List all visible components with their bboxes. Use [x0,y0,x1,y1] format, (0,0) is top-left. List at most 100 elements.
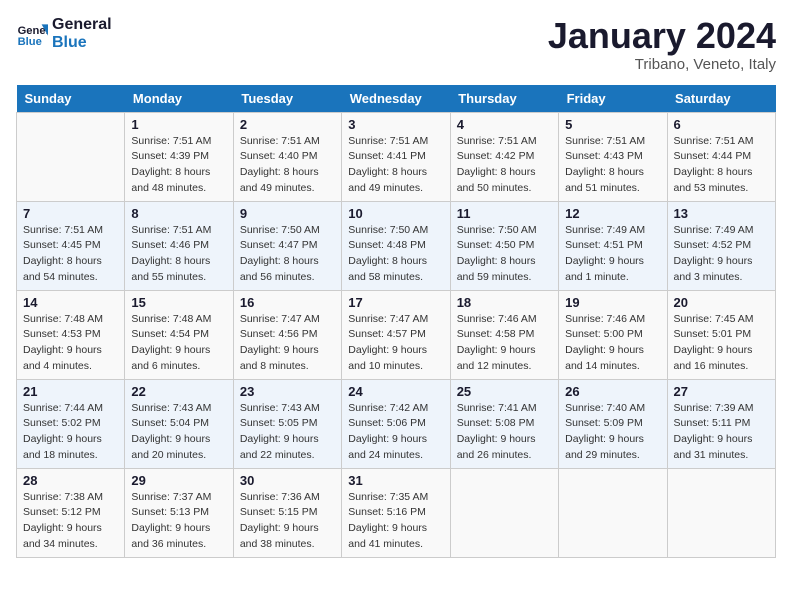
day-detail: Sunrise: 7:50 AMSunset: 4:48 PMDaylight:… [348,223,443,286]
day-detail: Sunrise: 7:47 AMSunset: 4:57 PMDaylight:… [348,312,443,375]
day-number: 21 [23,384,118,399]
calendar-cell: 24 Sunrise: 7:42 AMSunset: 5:06 PMDayligh… [342,379,450,468]
day-number: 22 [131,384,226,399]
day-detail: Sunrise: 7:39 AMSunset: 5:11 PMDaylight:… [674,401,769,464]
day-detail: Sunrise: 7:51 AMSunset: 4:40 PMDaylight:… [240,134,335,197]
day-detail: Sunrise: 7:35 AMSunset: 5:16 PMDaylight:… [348,490,443,553]
month-title: January 2024 [548,16,776,56]
day-number: 8 [131,206,226,221]
week-row-4: 21 Sunrise: 7:44 AMSunset: 5:02 PMDayligh… [17,379,776,468]
day-number: 6 [674,117,769,132]
calendar-cell: 19 Sunrise: 7:46 AMSunset: 5:00 PMDayligh… [559,290,667,379]
day-detail: Sunrise: 7:40 AMSunset: 5:09 PMDaylight:… [565,401,660,464]
day-number: 26 [565,384,660,399]
day-detail: Sunrise: 7:37 AMSunset: 5:13 PMDaylight:… [131,490,226,553]
day-detail: Sunrise: 7:51 AMSunset: 4:42 PMDaylight:… [457,134,552,197]
calendar-cell: 17 Sunrise: 7:47 AMSunset: 4:57 PMDayligh… [342,290,450,379]
day-number: 20 [674,295,769,310]
day-detail: Sunrise: 7:48 AMSunset: 4:54 PMDaylight:… [131,312,226,375]
page-header: General Blue General Blue January 2024 T… [16,16,776,73]
day-number: 19 [565,295,660,310]
day-detail: Sunrise: 7:51 AMSunset: 4:43 PMDaylight:… [565,134,660,197]
day-detail: Sunrise: 7:41 AMSunset: 5:08 PMDaylight:… [457,401,552,464]
calendar-cell: 15 Sunrise: 7:48 AMSunset: 4:54 PMDayligh… [125,290,233,379]
calendar-cell: 22Sunrise: 7:43 AMSunset: 5:04 PMDayligh… [125,379,233,468]
calendar-cell: 28 Sunrise: 7:38 AMSunset: 5:12 PMDayligh… [17,468,125,557]
week-row-2: 7Sunrise: 7:51 AMSunset: 4:45 PMDaylight… [17,201,776,290]
calendar-cell: 21 Sunrise: 7:44 AMSunset: 5:02 PMDayligh… [17,379,125,468]
weekday-header-tuesday: Tuesday [233,85,341,113]
svg-text:Blue: Blue [18,36,42,48]
week-row-3: 14 Sunrise: 7:48 AMSunset: 4:53 PMDayligh… [17,290,776,379]
day-number: 4 [457,117,552,132]
week-row-1: 1Sunrise: 7:51 AMSunset: 4:39 PMDaylight… [17,112,776,201]
calendar-cell: 8 Sunrise: 7:51 AMSunset: 4:46 PMDaylight… [125,201,233,290]
day-detail: Sunrise: 7:51 AMSunset: 4:46 PMDaylight:… [131,223,226,286]
day-detail: Sunrise: 7:51 AMSunset: 4:44 PMDaylight:… [674,134,769,197]
day-number: 31 [348,473,443,488]
day-detail: Sunrise: 7:50 AMSunset: 4:50 PMDaylight:… [457,223,552,286]
weekday-header-saturday: Saturday [667,85,775,113]
calendar-cell: 31 Sunrise: 7:35 AMSunset: 5:16 PMDayligh… [342,468,450,557]
day-detail: Sunrise: 7:44 AMSunset: 5:02 PMDaylight:… [23,401,118,464]
title-block: January 2024 Tribano, Veneto, Italy [548,16,776,73]
calendar-cell: 11Sunrise: 7:50 AMSunset: 4:50 PMDayligh… [450,201,558,290]
calendar-cell [450,468,558,557]
day-detail: Sunrise: 7:46 AMSunset: 5:00 PMDaylight:… [565,312,660,375]
calendar-cell: 27 Sunrise: 7:39 AMSunset: 5:11 PMDayligh… [667,379,775,468]
weekday-header-row: SundayMondayTuesdayWednesdayThursdayFrid… [17,85,776,113]
calendar-cell: 16 Sunrise: 7:47 AMSunset: 4:56 PMDayligh… [233,290,341,379]
calendar-cell: 18Sunrise: 7:46 AMSunset: 4:58 PMDayligh… [450,290,558,379]
day-number: 27 [674,384,769,399]
calendar-cell: 7Sunrise: 7:51 AMSunset: 4:45 PMDaylight… [17,201,125,290]
weekday-header-thursday: Thursday [450,85,558,113]
day-detail: Sunrise: 7:47 AMSunset: 4:56 PMDaylight:… [240,312,335,375]
calendar-cell: 9Sunrise: 7:50 AMSunset: 4:47 PMDaylight… [233,201,341,290]
day-number: 23 [240,384,335,399]
day-detail: Sunrise: 7:43 AMSunset: 5:05 PMDaylight:… [240,401,335,464]
logo-icon: General Blue [16,18,48,50]
calendar-cell: 13 Sunrise: 7:49 AMSunset: 4:52 PMDayligh… [667,201,775,290]
weekday-header-sunday: Sunday [17,85,125,113]
day-detail: Sunrise: 7:49 AMSunset: 4:52 PMDaylight:… [674,223,769,286]
calendar-cell: 12 Sunrise: 7:49 AMSunset: 4:51 PMDayligh… [559,201,667,290]
logo: General Blue General Blue [16,16,112,52]
day-detail: Sunrise: 7:45 AMSunset: 5:01 PMDaylight:… [674,312,769,375]
day-number: 25 [457,384,552,399]
day-detail: Sunrise: 7:48 AMSunset: 4:53 PMDaylight:… [23,312,118,375]
calendar-cell: 3Sunrise: 7:51 AMSunset: 4:41 PMDaylight… [342,112,450,201]
calendar-cell: 1Sunrise: 7:51 AMSunset: 4:39 PMDaylight… [125,112,233,201]
calendar-cell: 4 Sunrise: 7:51 AMSunset: 4:42 PMDaylight… [450,112,558,201]
day-detail: Sunrise: 7:51 AMSunset: 4:39 PMDaylight:… [131,134,226,197]
calendar-cell: 10 Sunrise: 7:50 AMSunset: 4:48 PMDayligh… [342,201,450,290]
day-number: 10 [348,206,443,221]
day-number: 16 [240,295,335,310]
day-number: 12 [565,206,660,221]
location-subtitle: Tribano, Veneto, Italy [548,56,776,73]
week-row-5: 28 Sunrise: 7:38 AMSunset: 5:12 PMDayligh… [17,468,776,557]
day-number: 15 [131,295,226,310]
calendar-cell: 23 Sunrise: 7:43 AMSunset: 5:05 PMDayligh… [233,379,341,468]
calendar-cell: 2Sunrise: 7:51 AMSunset: 4:40 PMDaylight… [233,112,341,201]
day-detail: Sunrise: 7:38 AMSunset: 5:12 PMDaylight:… [23,490,118,553]
calendar-cell: 6 Sunrise: 7:51 AMSunset: 4:44 PMDaylight… [667,112,775,201]
weekday-header-monday: Monday [125,85,233,113]
day-number: 17 [348,295,443,310]
calendar-cell: 30Sunrise: 7:36 AMSunset: 5:15 PMDayligh… [233,468,341,557]
day-detail: Sunrise: 7:42 AMSunset: 5:06 PMDaylight:… [348,401,443,464]
weekday-header-wednesday: Wednesday [342,85,450,113]
calendar-table: SundayMondayTuesdayWednesdayThursdayFrid… [16,85,776,558]
day-number: 28 [23,473,118,488]
day-number: 5 [565,117,660,132]
calendar-cell: 29Sunrise: 7:37 AMSunset: 5:13 PMDayligh… [125,468,233,557]
calendar-cell [17,112,125,201]
calendar-cell: 20 Sunrise: 7:45 AMSunset: 5:01 PMDayligh… [667,290,775,379]
day-number: 3 [348,117,443,132]
day-number: 24 [348,384,443,399]
day-detail: Sunrise: 7:49 AMSunset: 4:51 PMDaylight:… [565,223,660,286]
day-number: 7 [23,206,118,221]
calendar-cell: 26 Sunrise: 7:40 AMSunset: 5:09 PMDayligh… [559,379,667,468]
day-number: 13 [674,206,769,221]
day-number: 14 [23,295,118,310]
logo-text-general: General [52,16,112,34]
